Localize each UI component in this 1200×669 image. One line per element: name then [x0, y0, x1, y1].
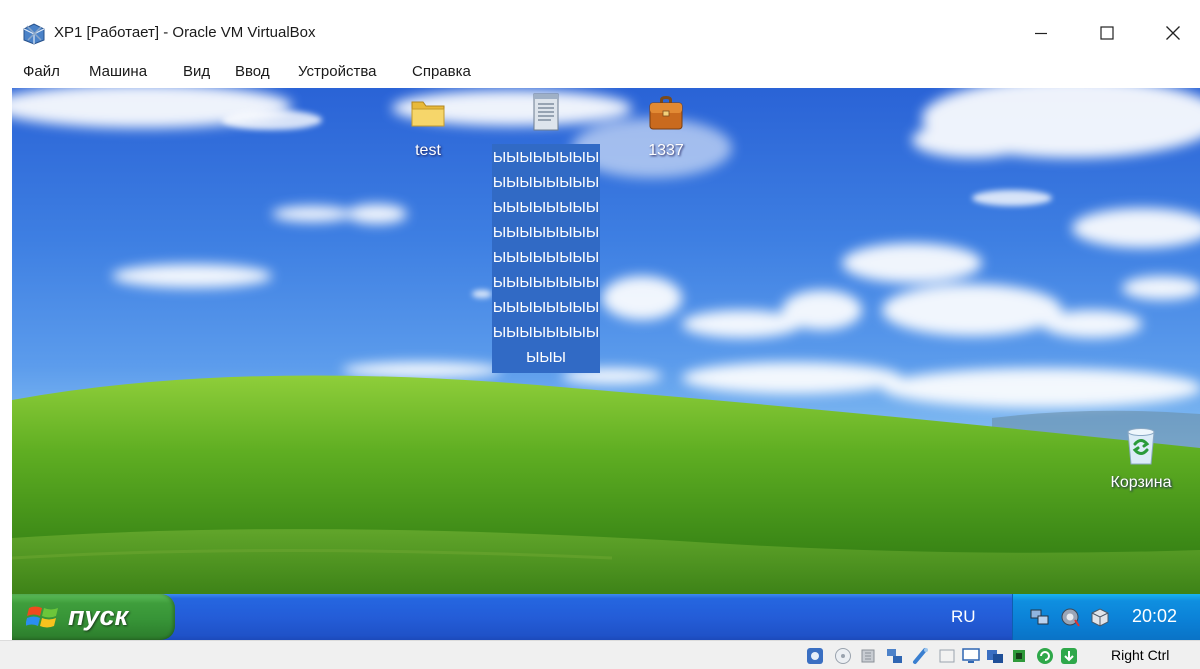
- label-line: ЫЫЫЫЫЫЫЫ: [492, 249, 600, 266]
- menu-input[interactable]: Ввод: [235, 63, 270, 80]
- desktop-icon-recycle-bin[interactable]: Корзина: [1096, 424, 1186, 492]
- menu-help[interactable]: Справка: [412, 63, 471, 80]
- label-line: ЫЫЫЫЫЫЫЫ: [492, 199, 600, 216]
- network-icon[interactable]: [1029, 606, 1051, 628]
- start-button[interactable]: пуск: [12, 594, 175, 640]
- system-tray: 20:02: [1012, 594, 1200, 640]
- display-icon[interactable]: [962, 647, 980, 665]
- label-line: ЫЫЫЫЫЫЫЫ: [492, 174, 600, 191]
- video-capture-icon[interactable]: [986, 647, 1004, 665]
- label-line: ЫЫЫ: [526, 349, 566, 366]
- desktop-icon-label: 1337: [648, 142, 684, 159]
- vbox-additions-icon[interactable]: [1089, 606, 1111, 628]
- network-adapter-icon[interactable]: [886, 647, 904, 665]
- optical-drive-icon[interactable]: [834, 647, 852, 665]
- close-icon: [1166, 26, 1180, 40]
- cpu-icon[interactable]: [1010, 647, 1028, 665]
- recycle-bin-icon: [1127, 428, 1155, 465]
- host-key-arrow-icon[interactable]: [1060, 647, 1078, 665]
- menu-bar: Файл Машина Вид Ввод Устройства Справка: [0, 58, 1200, 88]
- close-button[interactable]: [1150, 14, 1196, 52]
- mouse-integration-icon[interactable]: [1036, 647, 1054, 665]
- volume-icon[interactable]: [1059, 606, 1081, 628]
- menu-view[interactable]: Вид: [183, 63, 210, 80]
- desktop-icon-test[interactable]: test: [400, 94, 456, 160]
- menu-machine[interactable]: Машина: [89, 63, 147, 80]
- clock[interactable]: 20:02: [1132, 606, 1177, 627]
- folder-icon: [411, 101, 445, 127]
- start-label: пуск: [68, 601, 129, 631]
- host-key-label: Right Ctrl: [1111, 647, 1170, 663]
- menu-devices[interactable]: Устройства: [298, 63, 376, 80]
- virtualbox-icon: [23, 23, 45, 45]
- label-line: ЫЫЫЫЫЫЫЫ: [492, 299, 600, 316]
- minimize-icon: [1035, 32, 1047, 35]
- windows-flag-icon: [26, 606, 58, 628]
- menu-file[interactable]: Файл: [23, 63, 60, 80]
- desktop-icon-label: Корзина: [1110, 474, 1172, 491]
- maximize-button[interactable]: [1084, 14, 1130, 52]
- maximize-icon: [1100, 26, 1114, 40]
- language-indicator[interactable]: RU: [951, 607, 976, 627]
- briefcase-icon: [649, 96, 683, 130]
- desktop-icon-1337[interactable]: 1337: [634, 92, 698, 160]
- label-line: ЫЫЫЫЫЫЫЫ: [492, 274, 600, 291]
- desktop-icon-label: test: [415, 142, 441, 159]
- hard-disk-icon[interactable]: [806, 647, 824, 665]
- bliss-wallpaper: [12, 88, 1200, 594]
- audio-icon[interactable]: [860, 647, 878, 665]
- taskbar: пуск RU 20:02: [12, 594, 1200, 640]
- selected-file-label[interactable]: ЫЫЫЫЫЫЫЫ ЫЫЫЫЫЫЫЫ ЫЫЫЫЫЫЫЫ ЫЫЫЫЫЫЫЫ ЫЫЫЫ…: [492, 144, 600, 373]
- label-line: ЫЫЫЫЫЫЫЫ: [492, 224, 600, 241]
- shared-folders-icon[interactable]: [938, 647, 956, 665]
- label-line: ЫЫЫЫЫЫЫЫ: [492, 149, 600, 166]
- window-title: XP1 [Работает] - Oracle VM VirtualBox: [54, 24, 316, 41]
- text-document-icon: [533, 93, 559, 131]
- minimize-button[interactable]: [1018, 14, 1064, 52]
- usb-icon[interactable]: [912, 647, 930, 665]
- desktop-icon-text-file[interactable]: [528, 90, 564, 132]
- label-line: ЫЫЫЫЫЫЫЫ: [492, 324, 600, 341]
- guest-desktop[interactable]: test ЫЫЫЫЫЫЫЫ ЫЫЫЫЫЫЫЫ ЫЫЫЫЫЫЫЫ ЫЫЫЫЫЫЫЫ…: [12, 88, 1200, 594]
- title-bar[interactable]: XP1 [Работает] - Oracle VM VirtualBox: [0, 0, 1200, 58]
- vm-status-bar: Right Ctrl: [0, 640, 1200, 669]
